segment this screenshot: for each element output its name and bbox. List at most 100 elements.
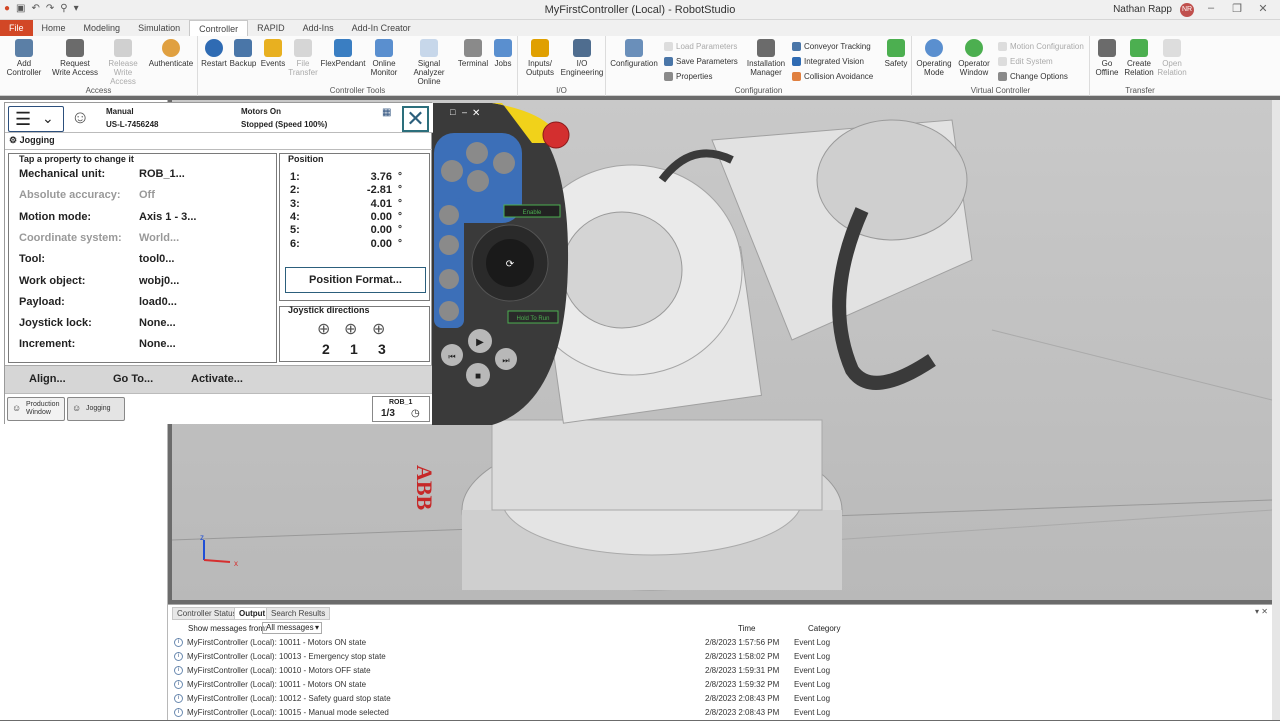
property-label[interactable]: Payload: bbox=[19, 296, 65, 308]
tab-home[interactable]: Home bbox=[33, 20, 75, 36]
avatar[interactable]: NR bbox=[1180, 3, 1194, 17]
filter-dropdown[interactable]: All messages ▾ bbox=[262, 622, 322, 634]
property-label[interactable]: Absolute accuracy: bbox=[19, 189, 120, 201]
create-relation-button[interactable]: Create Relation bbox=[1122, 39, 1156, 77]
quickset-mechanical-unit-button[interactable]: ROB_1 1/3 ◷ bbox=[372, 396, 430, 422]
close-app-button[interactable]: ✕ bbox=[402, 106, 429, 132]
io-engineering-button[interactable]: I/O Engineering bbox=[560, 39, 604, 77]
property-label[interactable]: Coordinate system: bbox=[19, 232, 122, 244]
property-value[interactable]: ROB_1... bbox=[139, 168, 185, 180]
column-time[interactable]: Time bbox=[738, 624, 755, 633]
tab-file[interactable]: File bbox=[0, 20, 33, 36]
property-label[interactable]: Joystick lock: bbox=[19, 317, 92, 329]
key-button-4[interactable] bbox=[467, 170, 489, 192]
load-parameters-button[interactable]: Load Parameters bbox=[664, 42, 737, 51]
online-monitor-button[interactable]: Online Monitor bbox=[366, 39, 402, 77]
backup-button[interactable]: Backup bbox=[228, 39, 258, 68]
operating-mode-button[interactable]: Operating Mode bbox=[914, 39, 954, 77]
property-label[interactable]: Mechanical unit: bbox=[19, 168, 105, 180]
property-label[interactable]: Tool: bbox=[19, 253, 45, 265]
tab-add-ins[interactable]: Add-Ins bbox=[294, 20, 343, 36]
property-value[interactable]: Off bbox=[139, 189, 155, 201]
step-button[interactable] bbox=[439, 235, 459, 255]
operator-window-button[interactable]: Operator Window bbox=[954, 39, 994, 77]
vertical-scrollbar[interactable] bbox=[1272, 100, 1280, 720]
key-button-1[interactable] bbox=[466, 142, 488, 164]
property-label[interactable]: Motion mode: bbox=[19, 211, 91, 223]
device-restore-icon[interactable]: □ bbox=[450, 107, 456, 117]
key-button-2[interactable] bbox=[493, 152, 515, 174]
activate-button[interactable]: Activate... bbox=[191, 373, 243, 385]
table-row[interactable]: i MyFirstController (Local): 10013 - Emer… bbox=[174, 651, 1264, 665]
restore-icon[interactable]: ❐ bbox=[1224, 2, 1250, 15]
tab-search-results[interactable]: Search Results bbox=[266, 607, 331, 620]
flexpendant-device[interactable]: Enable ⟳ Hold To Run ▶ ■ ⏮ ⏭ □ – ✕ bbox=[432, 103, 570, 425]
table-row[interactable]: i MyFirstController (Local): 10011 - Moto… bbox=[174, 637, 1264, 651]
go-to-button[interactable]: Go To... bbox=[113, 373, 153, 385]
restart-button[interactable]: Restart bbox=[200, 39, 228, 68]
request-write-access-button[interactable]: Request Write Access bbox=[50, 39, 100, 77]
motion-configuration-button[interactable]: Motion Configuration bbox=[998, 42, 1084, 51]
safety-button[interactable]: Safety bbox=[882, 39, 910, 68]
abb-menu-button[interactable]: ☰ ⌄ bbox=[8, 106, 64, 132]
terminal-button[interactable]: Terminal bbox=[456, 39, 490, 68]
device-close-icon[interactable]: ✕ bbox=[472, 108, 480, 119]
configuration-button[interactable]: Configuration bbox=[608, 39, 660, 68]
events-button[interactable]: Events bbox=[258, 39, 288, 68]
release-write-access-button[interactable]: Release Write Access bbox=[100, 39, 146, 86]
change-options-button[interactable]: Change Options bbox=[998, 72, 1068, 81]
property-value[interactable]: tool0... bbox=[139, 253, 174, 265]
property-value[interactable]: None... bbox=[139, 317, 176, 329]
tab-controller-status[interactable]: Controller Status bbox=[172, 607, 242, 620]
save-parameters-button[interactable]: Save Parameters bbox=[664, 57, 738, 66]
jogging-task-button[interactable]: ☺ Jogging bbox=[67, 397, 125, 421]
property-value[interactable]: Axis 1 - 3... bbox=[139, 211, 196, 223]
quickset-icon[interactable]: ▦ bbox=[382, 107, 391, 118]
tab-add-in-creator[interactable]: Add-In Creator bbox=[343, 20, 420, 36]
integrated-vision-button[interactable]: Integrated Vision bbox=[792, 57, 864, 66]
tab-rapid[interactable]: RAPID bbox=[248, 20, 294, 36]
toggle-increment-button[interactable] bbox=[439, 301, 459, 321]
hold-to-run-label[interactable]: Hold To Run bbox=[517, 316, 550, 322]
collision-avoidance-button[interactable]: Collision Avoidance bbox=[792, 72, 873, 81]
installation-manager-button[interactable]: Installation Manager bbox=[744, 39, 788, 77]
add-controller-button[interactable]: Add Controller bbox=[2, 39, 46, 77]
edit-system-button[interactable]: Edit System bbox=[998, 57, 1053, 66]
inputs-outputs-button[interactable]: Inputs/ Outputs bbox=[520, 39, 560, 77]
minimize-icon[interactable]: – bbox=[1198, 2, 1224, 14]
table-row[interactable]: i MyFirstController (Local): 10011 - Moto… bbox=[174, 679, 1264, 693]
panel-close-icon[interactable]: ▾ ✕ bbox=[1255, 607, 1268, 616]
jobs-button[interactable]: Jobs bbox=[490, 39, 516, 68]
table-row[interactable]: i MyFirstController (Local): 10010 - Moto… bbox=[174, 665, 1264, 679]
production-window-button[interactable]: ☺ Production Window bbox=[7, 397, 65, 421]
column-category[interactable]: Category bbox=[808, 624, 840, 633]
property-value[interactable]: None... bbox=[139, 338, 176, 350]
toggle-unit-button[interactable] bbox=[439, 269, 459, 289]
conveyor-tracking-button[interactable]: Conveyor Tracking bbox=[792, 42, 871, 51]
position-format-button[interactable]: Position Format... bbox=[285, 267, 426, 293]
table-row[interactable]: i MyFirstController (Local): 10012 - Safe… bbox=[174, 693, 1264, 707]
emergency-stop-button[interactable] bbox=[542, 121, 570, 149]
go-offline-button[interactable]: Go Offline bbox=[1092, 39, 1122, 77]
signal-analyzer-button[interactable]: Signal Analyzer Online bbox=[402, 39, 456, 86]
property-label[interactable]: Increment: bbox=[19, 338, 75, 350]
property-label[interactable]: Work object: bbox=[19, 275, 85, 287]
tab-modeling[interactable]: Modeling bbox=[75, 20, 130, 36]
enable-button-label[interactable]: Enable bbox=[523, 210, 542, 216]
close-window-icon[interactable]: ✕ bbox=[1250, 2, 1276, 15]
run-mode-button[interactable] bbox=[439, 205, 459, 225]
open-relation-button[interactable]: Open Relation bbox=[1156, 39, 1188, 77]
device-minimize-icon[interactable]: – bbox=[462, 107, 467, 117]
align-button[interactable]: Align... bbox=[29, 373, 66, 385]
key-button-3[interactable] bbox=[441, 160, 463, 182]
user-name[interactable]: Nathan Rapp bbox=[1113, 4, 1172, 15]
table-row[interactable]: i MyFirstController (Local): 10015 - Manu… bbox=[174, 707, 1264, 721]
property-value[interactable]: wobj0... bbox=[139, 275, 179, 287]
flexpendant-button[interactable]: FlexPendant bbox=[320, 39, 366, 68]
property-value[interactable]: World... bbox=[139, 232, 179, 244]
properties-button[interactable]: Properties bbox=[664, 72, 712, 81]
file-transfer-button[interactable]: File Transfer bbox=[288, 39, 318, 77]
authenticate-button[interactable]: Authenticate bbox=[146, 39, 196, 68]
tab-simulation[interactable]: Simulation bbox=[129, 20, 189, 36]
tab-output[interactable]: Output bbox=[234, 607, 271, 620]
